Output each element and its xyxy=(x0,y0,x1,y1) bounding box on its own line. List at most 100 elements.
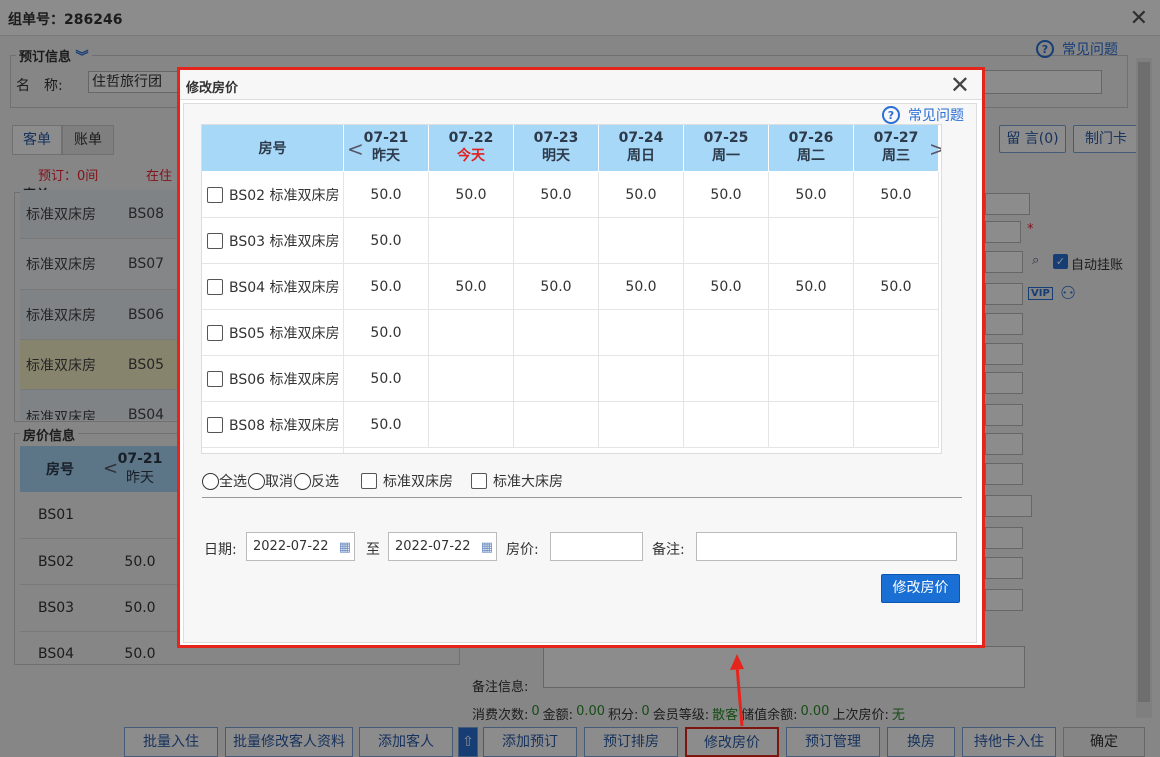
price-cell[interactable]: 50.0 xyxy=(599,172,684,218)
price-cell[interactable]: 50.0 xyxy=(684,264,769,310)
question-icon: ? xyxy=(882,106,900,124)
date-header-07-27: 07-27 周三 xyxy=(854,125,939,171)
price-cell[interactable] xyxy=(769,310,854,356)
calendar-icon: ▦ xyxy=(480,540,493,555)
room-checkbox[interactable] xyxy=(207,370,223,387)
date-from-input[interactable]: 2022-07-22 ▦ xyxy=(246,532,355,561)
price-cell[interactable] xyxy=(599,402,684,448)
to-label: 至 xyxy=(366,542,380,558)
next-arrow-icon[interactable]: > xyxy=(929,137,941,161)
room-label: BS03 标准双床房 xyxy=(229,233,340,250)
room-row-label[interactable]: BS02 标准双床房 xyxy=(202,172,344,218)
price-cell[interactable] xyxy=(854,402,939,448)
room-label: BS05 标准双床房 xyxy=(229,325,340,342)
close-icon[interactable]: ✕ xyxy=(950,70,970,100)
price-cell[interactable] xyxy=(599,310,684,356)
filter-double-checkbox[interactable] xyxy=(361,473,377,489)
invert-radio[interactable] xyxy=(294,472,311,490)
room-checkbox[interactable] xyxy=(207,416,223,433)
price-cell[interactable] xyxy=(429,310,514,356)
price-cell[interactable] xyxy=(429,402,514,448)
price-cell[interactable]: 50.0 xyxy=(344,310,429,356)
price-cell[interactable] xyxy=(684,218,769,264)
invert-label: 反选 xyxy=(311,474,339,490)
price-cell[interactable] xyxy=(769,402,854,448)
price-cell[interactable] xyxy=(684,402,769,448)
grid-header-room: 房号 xyxy=(202,125,344,171)
room-label: BS02 标准双床房 xyxy=(229,187,340,204)
calendar-icon: ▦ xyxy=(338,540,351,555)
room-label: BS06 标准双床房 xyxy=(229,371,340,388)
price-cell[interactable]: 50.0 xyxy=(769,264,854,310)
room-label: BS08 标准双床房 xyxy=(229,417,340,434)
price-cell[interactable] xyxy=(599,218,684,264)
date-header-07-22: 07-22 今天 xyxy=(429,125,514,171)
dialog-titlebar: 修改房价 ✕ xyxy=(180,70,982,100)
price-cell[interactable]: 50.0 xyxy=(344,402,429,448)
submit-modify-price-button[interactable]: 修改房价 xyxy=(881,574,960,603)
price-cell[interactable]: 50.0 xyxy=(429,172,514,218)
price-input[interactable] xyxy=(550,532,643,561)
price-cell[interactable]: 50.0 xyxy=(344,356,429,402)
price-cell[interactable]: 50.0 xyxy=(429,264,514,310)
date-to-input[interactable]: 2022-07-22 ▦ xyxy=(388,532,497,561)
select-all-radio[interactable] xyxy=(202,472,219,490)
dialog-body: ?常见问题 房号 < > 07-21昨天07-22今天07-23明天07-24周… xyxy=(183,103,977,643)
price-cell[interactable] xyxy=(684,356,769,402)
remark-input[interactable] xyxy=(696,532,957,561)
filter-king-label: 标准大床房 xyxy=(493,474,563,490)
price-cell[interactable] xyxy=(514,310,599,356)
room-label: BS04 标准双床房 xyxy=(229,279,340,296)
dialog-title: 修改房价 xyxy=(186,81,239,96)
date-header-07-25: 07-25 周一 xyxy=(684,125,769,171)
price-cell[interactable] xyxy=(854,356,939,402)
price-cell[interactable] xyxy=(514,218,599,264)
date-header-07-24: 07-24 周日 xyxy=(599,125,684,171)
price-cell[interactable] xyxy=(854,218,939,264)
price-cell[interactable]: 50.0 xyxy=(344,172,429,218)
price-cell[interactable] xyxy=(514,402,599,448)
annotation-arrow-icon xyxy=(730,654,744,727)
price-cell[interactable]: 50.0 xyxy=(769,172,854,218)
filter-double-label: 标准双床房 xyxy=(383,474,453,490)
price-cell[interactable]: 50.0 xyxy=(514,264,599,310)
price-cell[interactable]: 50.0 xyxy=(514,172,599,218)
modify-price-dialog: 修改房价 ✕ ?常见问题 房号 < > 07-21昨天07-22今天07-23明… xyxy=(177,67,985,648)
help-link[interactable]: ? 常见问题 xyxy=(882,105,964,125)
grid-scrollbar[interactable]: ▲ ▼ ▲ ▼ xyxy=(941,125,942,454)
price-cell[interactable] xyxy=(769,356,854,402)
cancel-radio[interactable] xyxy=(248,472,265,490)
room-checkbox[interactable] xyxy=(207,278,223,295)
room-row-label[interactable]: BS06 标准双床房 xyxy=(202,356,344,402)
room-checkbox[interactable] xyxy=(207,232,223,249)
room-row-label[interactable]: BS08 标准双床房 xyxy=(202,402,344,448)
filter-king-checkbox[interactable] xyxy=(471,473,487,489)
date-header-07-23: 07-23 明天 xyxy=(514,125,599,171)
date-header-07-26: 07-26 周二 xyxy=(769,125,854,171)
room-row-label[interactable]: BS03 标准双床房 xyxy=(202,218,344,264)
room-row-label[interactable]: BS05 标准双床房 xyxy=(202,310,344,356)
prev-arrow-icon[interactable]: < xyxy=(347,137,364,161)
room-checkbox[interactable] xyxy=(207,186,223,203)
price-cell[interactable]: 50.0 xyxy=(684,172,769,218)
price-cell[interactable]: 50.0 xyxy=(854,264,939,310)
select-all-label: 全选 xyxy=(219,474,247,490)
room-row-partial xyxy=(202,448,344,453)
room-checkbox[interactable] xyxy=(207,324,223,341)
price-cell[interactable]: 50.0 xyxy=(599,264,684,310)
price-cell[interactable] xyxy=(854,310,939,356)
price-cell[interactable]: 50.0 xyxy=(854,172,939,218)
price-cell[interactable] xyxy=(684,310,769,356)
price-label: 房价: xyxy=(506,542,539,558)
price-cell[interactable] xyxy=(769,218,854,264)
price-grid: 房号 < > 07-21昨天07-22今天07-23明天07-24周日07-25… xyxy=(201,124,942,454)
room-row-label[interactable]: BS04 标准双床房 xyxy=(202,264,344,310)
date-label: 日期: xyxy=(204,542,237,558)
price-cell[interactable]: 50.0 xyxy=(344,218,429,264)
price-cell[interactable] xyxy=(429,356,514,402)
price-cell[interactable]: 50.0 xyxy=(344,264,429,310)
price-cell[interactable] xyxy=(429,218,514,264)
price-cell[interactable] xyxy=(599,356,684,402)
selection-controls: 全选 取消 反选 标准双床房 标准大床房 xyxy=(202,471,563,491)
price-cell[interactable] xyxy=(514,356,599,402)
